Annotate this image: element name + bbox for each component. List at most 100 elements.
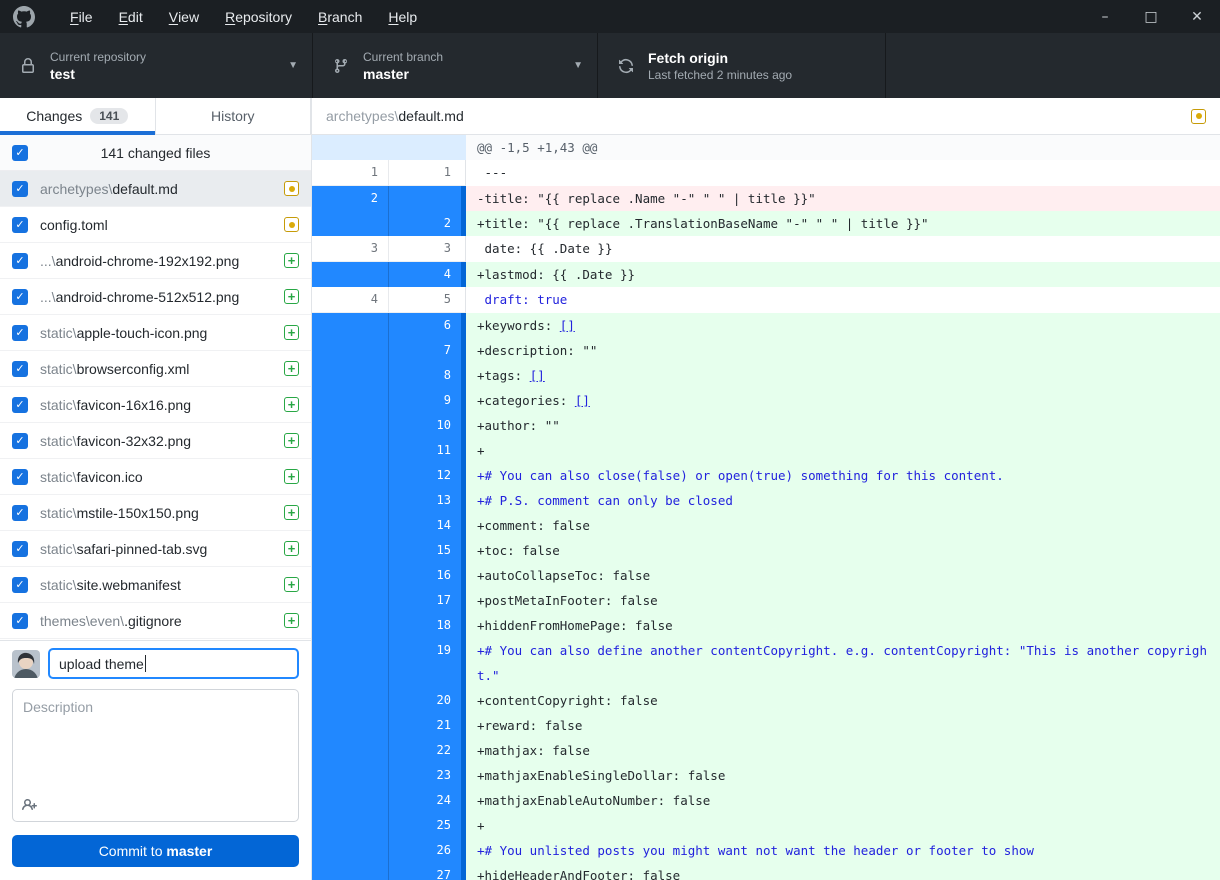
menu-file[interactable]: File — [57, 0, 106, 33]
diff-gutter-new-line-number[interactable]: 10 — [389, 413, 461, 438]
diff-gutter-new-line-number[interactable]: 26 — [389, 838, 461, 863]
minimize-button[interactable]: – — [1082, 0, 1128, 33]
diff-gutter-old-line-number[interactable] — [312, 763, 389, 788]
diff-gutter-old-line-number[interactable] — [312, 488, 389, 513]
file-checkbox[interactable]: ✓ — [12, 324, 28, 341]
diff-gutter-old-line-number[interactable] — [312, 613, 389, 638]
file-checkbox[interactable]: ✓ — [12, 468, 28, 485]
file-checkbox[interactable]: ✓ — [12, 432, 28, 449]
diff-gutter-old-line-number[interactable] — [312, 135, 389, 160]
diff-gutter-new-line-number[interactable]: 18 — [389, 613, 461, 638]
diff-gutter-old-line-number[interactable] — [312, 838, 389, 863]
diff-gutter-new-line-number[interactable]: 23 — [389, 763, 461, 788]
diff-gutter-old-line-number[interactable] — [312, 813, 389, 838]
tab-history[interactable]: History — [156, 98, 311, 134]
diff-gutter-new-line-number[interactable]: 15 — [389, 538, 461, 563]
file-checkbox[interactable]: ✓ — [12, 540, 28, 557]
close-button[interactable]: ✕ — [1174, 0, 1220, 33]
file-row[interactable]: ✓ themes\even\.gitignore + — [0, 603, 311, 639]
diff-gutter-new-line-number[interactable]: 4 — [389, 262, 461, 287]
diff-gutter-old-line-number[interactable] — [312, 211, 389, 236]
diff-gutter-new-line-number[interactable]: 21 — [389, 713, 461, 738]
diff-gutter-old-line-number[interactable] — [312, 688, 389, 713]
menu-help[interactable]: Help — [375, 0, 430, 33]
file-checkbox[interactable]: ✓ — [12, 252, 28, 269]
diff-gutter-old-line-number[interactable] — [312, 638, 389, 688]
commit-button[interactable]: Commit to master — [12, 835, 299, 867]
file-row[interactable]: ✓ static\apple-touch-icon.png + — [0, 315, 311, 351]
diff-gutter-old-line-number[interactable] — [312, 738, 389, 763]
diff-gutter-old-line-number[interactable] — [312, 463, 389, 488]
file-row[interactable]: ✓ static\favicon.ico + — [0, 459, 311, 495]
file-row[interactable]: ✓ static\mstile-150x150.png + — [0, 495, 311, 531]
file-row[interactable]: ✓ static\favicon-32x32.png + — [0, 423, 311, 459]
file-row[interactable]: ✓ static\site.webmanifest + — [0, 567, 311, 603]
diff-gutter-new-line-number[interactable]: 27 — [389, 863, 461, 880]
diff-gutter-old-line-number[interactable] — [312, 313, 389, 338]
diff-gutter-old-line-number[interactable] — [312, 863, 389, 880]
diff-gutter-new-line-number[interactable]: 17 — [389, 588, 461, 613]
diff-gutter-old-line-number[interactable] — [312, 588, 389, 613]
file-checkbox[interactable]: ✓ — [12, 288, 28, 305]
diff-gutter-old-line-number[interactable] — [312, 788, 389, 813]
file-checkbox[interactable]: ✓ — [12, 180, 28, 197]
diff-gutter-new-line-number[interactable]: 24 — [389, 788, 461, 813]
file-checkbox[interactable]: ✓ — [12, 396, 28, 413]
diff-gutter-new-line-number[interactable]: 22 — [389, 738, 461, 763]
diff-gutter-old-line-number[interactable] — [312, 713, 389, 738]
diff-gutter-new-line-number[interactable]: 6 — [389, 313, 461, 338]
file-row[interactable]: ✓ static\safari-pinned-tab.svg + — [0, 531, 311, 567]
diff-gutter-old-line-number[interactable] — [312, 538, 389, 563]
diff-gutter-new-line-number[interactable]: 16 — [389, 563, 461, 588]
commit-description-textarea[interactable]: Description — [12, 689, 299, 822]
add-coauthor-icon[interactable] — [22, 797, 38, 813]
diff-gutter-old-line-number[interactable] — [312, 338, 389, 363]
diff-gutter-new-line-number[interactable]: 20 — [389, 688, 461, 713]
diff-gutter-old-line-number[interactable] — [312, 438, 389, 463]
diff-gutter-old-line-number[interactable] — [312, 388, 389, 413]
menu-view[interactable]: View — [156, 0, 212, 33]
diff-gutter-old-line-number[interactable]: 4 — [312, 287, 389, 313]
diff-gutter-new-line-number[interactable]: 9 — [389, 388, 461, 413]
fetch-origin-button[interactable]: Fetch origin Last fetched 2 minutes ago — [598, 33, 886, 98]
diff-gutter-new-line-number[interactable]: 19 — [389, 638, 461, 688]
select-all-row[interactable]: ✓ 141 changed files — [0, 135, 311, 171]
commit-summary-input[interactable]: upload theme — [48, 648, 299, 679]
file-row[interactable]: ✓ ...\android-chrome-192x192.png + — [0, 243, 311, 279]
file-row[interactable]: ✓ static\favicon-16x16.png + — [0, 387, 311, 423]
tab-changes[interactable]: Changes 141 — [0, 98, 156, 135]
menu-repository[interactable]: Repository — [212, 0, 305, 33]
diff-gutter-old-line-number[interactable] — [312, 262, 389, 287]
diff-gutter-old-line-number[interactable] — [312, 413, 389, 438]
diff-gutter-old-line-number[interactable] — [312, 513, 389, 538]
file-row[interactable]: ✓ archetypes\default.md — [0, 171, 311, 207]
diff-gutter-new-line-number[interactable]: 2 — [389, 211, 461, 236]
diff-gutter-new-line-number[interactable]: 14 — [389, 513, 461, 538]
diff-gutter-old-line-number[interactable]: 1 — [312, 160, 389, 186]
current-repository-dropdown[interactable]: Current repository test ▼ — [0, 33, 313, 98]
file-row[interactable]: ✓ config.toml — [0, 207, 311, 243]
diff-gutter-new-line-number[interactable]: 25 — [389, 813, 461, 838]
current-branch-dropdown[interactable]: Current branch master ▼ — [313, 33, 598, 98]
file-checkbox[interactable]: ✓ — [12, 216, 28, 233]
diff-gutter-old-line-number[interactable]: 3 — [312, 236, 389, 262]
file-checkbox[interactable]: ✓ — [12, 612, 28, 629]
diff-gutter-new-line-number[interactable]: 7 — [389, 338, 461, 363]
file-checkbox[interactable]: ✓ — [12, 576, 28, 593]
file-checkbox[interactable]: ✓ — [12, 504, 28, 521]
menu-edit[interactable]: Edit — [106, 0, 156, 33]
file-row[interactable]: ✓ ...\android-chrome-512x512.png + — [0, 279, 311, 315]
diff-gutter-old-line-number[interactable]: 2 — [312, 186, 389, 211]
file-row[interactable]: ✓ static\browserconfig.xml + — [0, 351, 311, 387]
diff-gutter-new-line-number[interactable]: 11 — [389, 438, 461, 463]
diff-gutter-new-line-number[interactable]: 12 — [389, 463, 461, 488]
file-checkbox[interactable]: ✓ — [12, 360, 28, 377]
diff-gutter-new-line-number[interactable]: 5 — [389, 287, 461, 313]
menu-branch[interactable]: Branch — [305, 0, 375, 33]
diff-gutter-new-line-number[interactable]: 1 — [389, 160, 461, 186]
diff-gutter-old-line-number[interactable] — [312, 363, 389, 388]
diff-gutter-old-line-number[interactable] — [312, 563, 389, 588]
diff-gutter-new-line-number[interactable] — [389, 135, 461, 160]
diff-gutter-new-line-number[interactable]: 3 — [389, 236, 461, 262]
diff-gutter-new-line-number[interactable] — [389, 186, 461, 211]
